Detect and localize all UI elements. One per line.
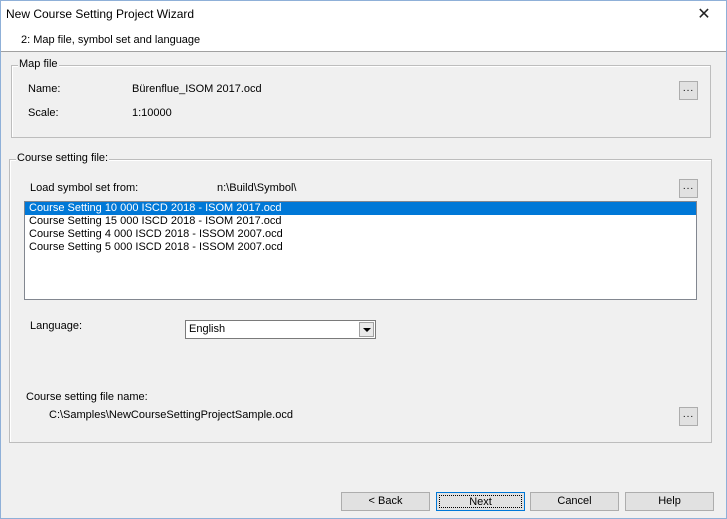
symbol-set-list[interactable]: Course Setting 10 000 ISCD 2018 - ISOM 2… [24,201,697,300]
back-button[interactable]: < Back [341,492,430,511]
load-symbol-set-path: n:\Build\Symbol\ [217,182,297,194]
step-header: 2: Map file, symbol set and language [1,29,726,51]
map-scale-label: Scale: [28,107,59,119]
list-item[interactable]: Course Setting 4 000 ISCD 2018 - ISSOM 2… [25,228,696,241]
load-symbol-set-label: Load symbol set from: [30,182,139,194]
course-file-name-value: C:\Samples\NewCourseSettingProjectSample… [49,409,293,421]
close-icon[interactable]: ✕ [694,5,714,25]
next-button[interactable]: Next [436,492,525,511]
map-name-value: Bürenflue_ISOM 2017.ocd [132,83,262,95]
course-file-browse-button[interactable]: ... [679,407,698,426]
map-browse-button[interactable]: ... [679,81,698,100]
next-button-label: Next [439,495,522,508]
list-item[interactable]: Course Setting 15 000 ISCD 2018 - ISOM 2… [25,215,696,228]
list-item[interactable]: Course Setting 10 000 ISCD 2018 - ISOM 2… [25,202,696,215]
chevron-down-icon[interactable] [359,322,374,337]
list-item[interactable]: Course Setting 5 000 ISCD 2018 - ISSOM 2… [25,241,696,254]
map-file-group: Map file [11,58,711,138]
language-value: English [189,323,226,335]
map-file-legend: Map file [18,58,59,70]
window-title: New Course Setting Project Wizard [6,7,195,21]
wizard-window: New Course Setting Project Wizard ✕ 2: M… [0,0,727,519]
language-select[interactable]: English [185,320,376,339]
symbol-set-browse-button[interactable]: ... [679,179,698,198]
map-scale-value: 1:10000 [132,107,172,119]
language-label: Language: [30,320,82,332]
title-bar: New Course Setting Project Wizard ✕ [1,1,726,29]
step-title: 2: Map file, symbol set and language [21,34,201,46]
map-name-label: Name: [28,83,61,95]
cancel-button[interactable]: Cancel [530,492,619,511]
course-file-name-label: Course setting file name: [26,391,148,403]
header-divider [1,51,726,52]
help-button[interactable]: Help [625,492,714,511]
course-setting-file-legend: Course setting file: [16,152,110,164]
